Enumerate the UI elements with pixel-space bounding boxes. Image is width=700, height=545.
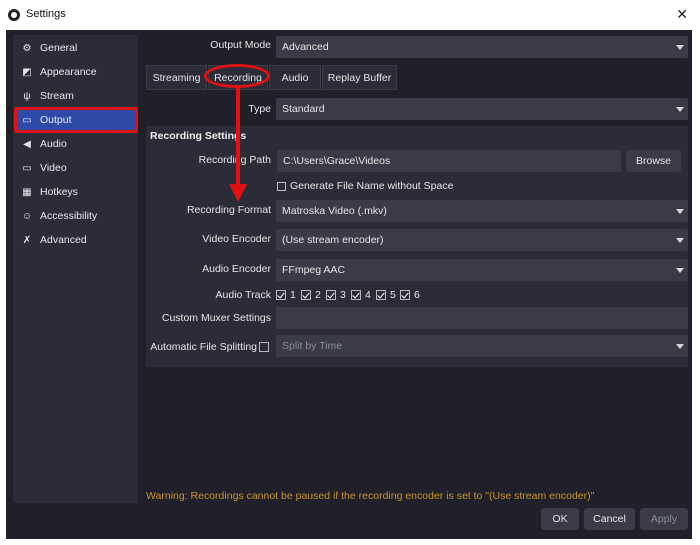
sidebar-item-label: Accessibility	[40, 210, 98, 222]
sidebar-item-label: Video	[40, 162, 67, 174]
sidebar-item-label: Appearance	[40, 66, 97, 78]
chevron-down-icon	[672, 98, 688, 120]
recording-format-value: Matroska Video (.mkv)	[282, 205, 387, 217]
output-mode-label: Output Mode	[210, 39, 271, 51]
keyboard-icon: ▦	[22, 186, 32, 198]
audio-track-number: 2	[315, 289, 321, 301]
file-splitting-label: Automatic File Splitting	[150, 341, 257, 353]
sidebar-item-accessibility[interactable]: ☺ Accessibility	[16, 206, 136, 226]
apply-button[interactable]: Apply	[640, 508, 688, 530]
generate-filename-label: Generate File Name without Space	[290, 180, 454, 192]
recording-path-label: Recording Path	[198, 154, 271, 166]
audio-track-5[interactable]: 5	[376, 289, 396, 301]
recording-format-select[interactable]: Matroska Video (.mkv)	[276, 200, 688, 222]
type-value: Standard	[282, 103, 325, 115]
audio-track-number: 4	[365, 289, 371, 301]
speaker-icon: ◀	[23, 138, 31, 150]
sidebar-item-general[interactable]: ⚙ General	[16, 38, 136, 58]
checkbox-checked[interactable]	[400, 290, 410, 300]
sidebar-item-hotkeys[interactable]: ▦ Hotkeys	[16, 182, 136, 202]
video-encoder-select[interactable]: (Use stream encoder)	[276, 229, 688, 251]
file-splitting-checkbox[interactable]	[259, 342, 269, 352]
recording-format-label: Recording Format	[186, 204, 271, 216]
monitor-icon: ▭	[22, 162, 32, 174]
chevron-down-icon	[672, 335, 688, 357]
warning-text: Warning: Recordings cannot be paused if …	[146, 490, 595, 502]
output-mode-value: Advanced	[282, 41, 329, 53]
annotation-ellipse-recording	[204, 64, 270, 88]
audio-encoder-value: FFmpeg AAC	[282, 264, 346, 276]
split-mode-select[interactable]: Split by Time	[276, 335, 688, 357]
accessibility-icon: ☺	[21, 210, 33, 222]
obs-logo-icon	[8, 9, 20, 21]
tab-replay-buffer[interactable]: Replay Buffer	[322, 65, 397, 90]
type-select[interactable]: Standard	[276, 98, 688, 120]
browse-button[interactable]: Browse	[626, 150, 681, 172]
chevron-down-icon	[672, 200, 688, 222]
output-mode-select[interactable]: Advanced	[276, 36, 688, 58]
title-bar: Settings ✕	[0, 0, 700, 30]
checkbox-checked[interactable]	[276, 290, 286, 300]
split-mode-value: Split by Time	[282, 340, 343, 352]
audio-track-1[interactable]: 1	[276, 289, 296, 301]
audio-encoder-label: Audio Encoder	[202, 263, 271, 275]
sidebar-item-label: Advanced	[40, 234, 87, 246]
generate-filename-checkbox[interactable]	[277, 182, 286, 191]
custom-muxer-label: Custom Muxer Settings	[161, 312, 271, 324]
audio-track-number: 6	[414, 289, 420, 301]
gear-icon: ⚙	[22, 42, 32, 54]
audio-track-4[interactable]: 4	[351, 289, 371, 301]
sidebar-item-label: Stream	[40, 90, 74, 102]
chevron-down-icon	[672, 259, 688, 281]
tab-streaming[interactable]: Streaming	[146, 65, 207, 90]
sidebar-item-audio[interactable]: ◀ Audio	[16, 134, 136, 154]
sidebar-item-stream[interactable]: ψ Stream	[16, 86, 136, 106]
recording-path-input[interactable]: C:\Users\Grace\Videos	[277, 150, 621, 172]
video-encoder-value: (Use stream encoder)	[282, 234, 384, 246]
audio-track-label: Audio Track	[215, 289, 271, 301]
audio-track-number: 1	[290, 289, 296, 301]
ok-button[interactable]: OK	[541, 508, 579, 530]
audio-encoder-select[interactable]: FFmpeg AAC	[276, 259, 688, 281]
tab-audio[interactable]: Audio	[269, 65, 321, 90]
annotation-highlight-output	[14, 107, 138, 133]
audio-track-6[interactable]: 6	[400, 289, 420, 301]
sidebar-item-label: General	[40, 42, 78, 54]
cancel-button[interactable]: Cancel	[584, 508, 635, 530]
audio-track-2[interactable]: 2	[301, 289, 321, 301]
checkbox-checked[interactable]	[301, 290, 311, 300]
checkbox-checked[interactable]	[351, 290, 361, 300]
wrench-icon: ✗	[22, 234, 32, 246]
checkbox-checked[interactable]	[326, 290, 336, 300]
sidebar-item-label: Audio	[40, 138, 67, 150]
window-title: Settings	[26, 8, 66, 20]
sidebar-item-advanced[interactable]: ✗ Advanced	[16, 230, 136, 250]
sidebar-item-video[interactable]: ▭ Video	[16, 158, 136, 178]
sidebar-item-appearance[interactable]: ◩ Appearance	[16, 62, 136, 82]
audio-track-3[interactable]: 3	[326, 289, 346, 301]
chevron-down-icon	[672, 229, 688, 251]
chevron-down-icon	[672, 36, 688, 58]
sidebar-item-label: Hotkeys	[40, 186, 78, 198]
appearance-icon: ◩	[22, 66, 32, 78]
video-encoder-label: Video Encoder	[202, 233, 271, 245]
close-icon[interactable]: ✕	[676, 6, 688, 23]
audio-track-number: 3	[340, 289, 346, 301]
antenna-icon: ψ	[23, 90, 31, 102]
custom-muxer-input[interactable]	[276, 307, 688, 329]
audio-track-number: 5	[390, 289, 396, 301]
annotation-arrow	[229, 86, 247, 202]
checkbox-checked[interactable]	[376, 290, 386, 300]
